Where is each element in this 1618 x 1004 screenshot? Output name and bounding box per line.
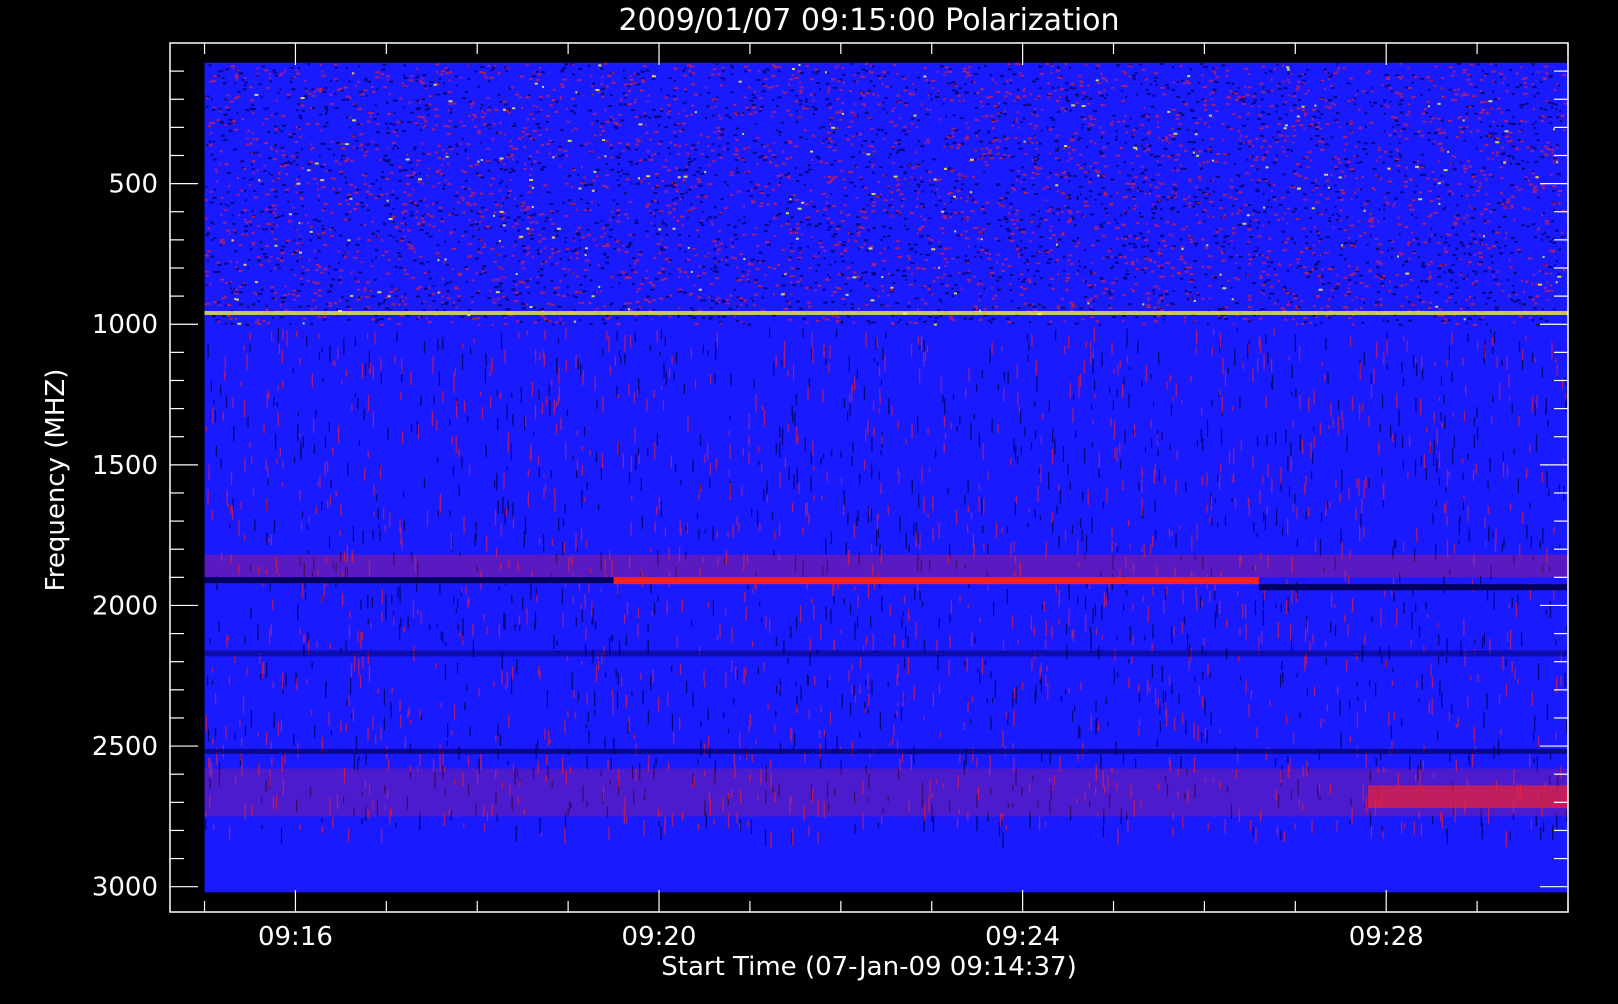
red-emission-feature [613, 577, 1259, 585]
spectrogram-chart: 2009/01/07 09:15:00 Polarization 09:16 09… [0, 0, 1618, 1000]
x-tick-label: 09:20 [622, 922, 697, 952]
y-tick-label: 1500 [92, 451, 158, 481]
x-tick-label: 09:28 [1349, 922, 1424, 952]
red-patch-feature [1368, 785, 1568, 808]
y-tick-label: 1000 [92, 310, 158, 340]
band-2180 [204, 650, 1568, 657]
y-tick-label: 2500 [92, 732, 158, 762]
band-2520 [204, 748, 1568, 754]
y-tick-label: 2000 [92, 591, 158, 621]
chart-title: 2009/01/07 09:15:00 Polarization [618, 3, 1119, 38]
dark-line-feature [204, 577, 614, 584]
x-tick-label: 09:24 [985, 922, 1060, 952]
x-axis-label: Start Time (07-Jan-09 09:14:37) [661, 952, 1076, 982]
y-tick-label: 500 [108, 170, 158, 200]
heatmap-base [204, 62, 1568, 893]
band-2650 [204, 768, 1568, 817]
y-axis-label: Frequency (MHZ) [41, 369, 71, 592]
heatmap-image [204, 62, 1568, 893]
band-1850 [204, 554, 1568, 578]
bright-line [204, 310, 1568, 315]
chart-svg: 2009/01/07 09:15:00 Polarization 09:16 09… [41, 3, 1569, 982]
dark-line-feature [1258, 584, 1568, 591]
x-tick-label: 09:16 [258, 922, 333, 952]
y-tick-label: 3000 [92, 873, 158, 903]
